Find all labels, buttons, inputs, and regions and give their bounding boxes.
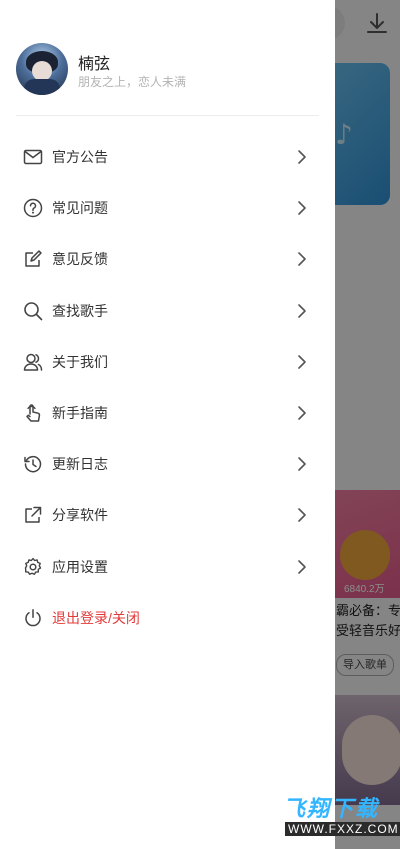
menu-item-find-singer[interactable]: 查找歌手 bbox=[0, 285, 335, 336]
menu-item-settings[interactable]: 应用设置 bbox=[0, 541, 335, 592]
menu-item-beginner-guide[interactable]: 新手指南 bbox=[0, 387, 335, 438]
menu-item-label: 意见反馈 bbox=[52, 251, 108, 268]
menu-item-label: 关于我们 bbox=[52, 353, 108, 370]
watermark-logo bbox=[233, 789, 279, 839]
edit-square-icon bbox=[23, 249, 43, 269]
menu-item-label: 应用设置 bbox=[52, 558, 108, 575]
watermark: 飞翔下载 WWW.FXXZ.COM bbox=[233, 789, 400, 841]
menu-item-logout-close[interactable]: 退出登录/关闭 bbox=[0, 592, 335, 643]
divider bbox=[16, 115, 319, 116]
menu-item-share-app[interactable]: 分享软件 bbox=[0, 489, 335, 540]
watermark-url: WWW.FXXZ.COM bbox=[285, 822, 400, 836]
chevron-right-icon bbox=[296, 302, 308, 320]
menu-item-label: 新手指南 bbox=[52, 404, 108, 421]
chevron-right-icon bbox=[296, 250, 308, 268]
user-name[interactable]: 楠弦 bbox=[78, 50, 110, 74]
side-drawer: 楠弦 朋友之上，恋人未满 官方公告 常见问题 意见反馈 查找歌手 关于我们 新手… bbox=[0, 0, 335, 849]
history-icon bbox=[23, 454, 43, 474]
users-icon bbox=[23, 352, 43, 372]
menu-item-faq[interactable]: 常见问题 bbox=[0, 182, 335, 233]
chevron-right-icon bbox=[296, 404, 308, 422]
menu-item-announcements[interactable]: 官方公告 bbox=[0, 131, 335, 182]
chevron-right-icon bbox=[296, 353, 308, 371]
chevron-right-icon bbox=[296, 558, 308, 576]
menu-item-label: 查找歌手 bbox=[52, 302, 108, 319]
menu-item-about-us[interactable]: 关于我们 bbox=[0, 336, 335, 387]
chevron-right-icon bbox=[296, 148, 308, 166]
power-icon bbox=[23, 608, 43, 628]
menu-item-feedback[interactable]: 意见反馈 bbox=[0, 233, 335, 284]
menu-item-label: 更新日志 bbox=[52, 456, 108, 473]
menu-item-label: 分享软件 bbox=[52, 507, 108, 524]
menu-item-label: 退出登录/关闭 bbox=[52, 609, 140, 626]
search-icon bbox=[23, 301, 43, 321]
chevron-right-icon bbox=[296, 455, 308, 473]
menu-item-label: 官方公告 bbox=[52, 149, 108, 165]
avatar[interactable] bbox=[16, 43, 68, 95]
mail-icon bbox=[23, 147, 43, 167]
chevron-right-icon bbox=[296, 199, 308, 217]
menu-item-label: 常见问题 bbox=[52, 200, 108, 217]
question-circle-icon bbox=[23, 198, 43, 218]
user-signature: 朋友之上，恋人未满 bbox=[78, 75, 187, 89]
hand-pointer-icon bbox=[23, 403, 43, 423]
menu-item-changelog[interactable]: 更新日志 bbox=[0, 438, 335, 489]
chevron-right-icon bbox=[296, 506, 308, 524]
share-icon bbox=[23, 505, 43, 525]
gear-icon bbox=[23, 557, 43, 577]
drawer-menu: 官方公告 常见问题 意见反馈 查找歌手 关于我们 新手指南 更新日志 分享软件 … bbox=[0, 131, 335, 643]
watermark-title: 飞翔下载 bbox=[283, 796, 380, 821]
